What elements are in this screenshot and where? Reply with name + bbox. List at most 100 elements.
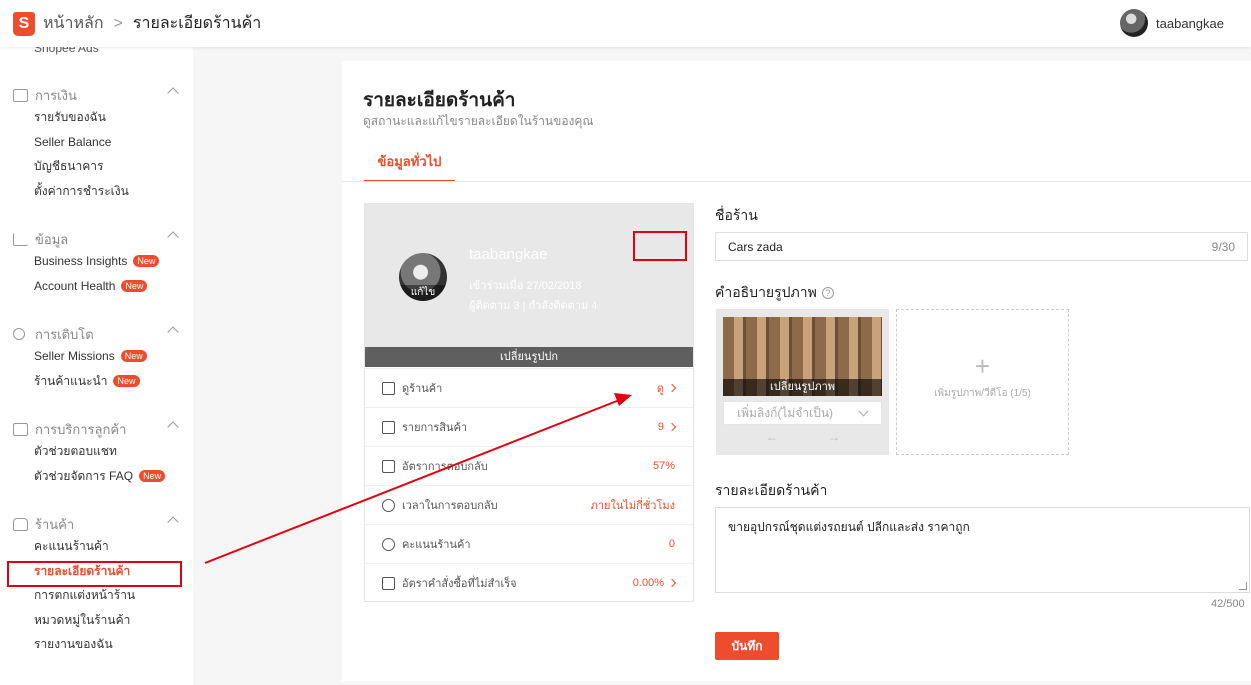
profile-joined-date: เข้าร่วมเมื่อ 27/02/2018	[469, 280, 582, 292]
chevron-up-icon[interactable]	[167, 516, 179, 528]
chevron-up-icon[interactable]	[167, 87, 179, 99]
annotation-highlight-box	[633, 231, 687, 261]
failed-order-rate-link[interactable]: 0.00%	[633, 577, 677, 589]
sidebar-group-title: การบริการลูกค้า	[35, 421, 127, 437]
star-icon	[382, 537, 395, 551]
stat-label: คะแนนร้านค้า	[402, 539, 471, 551]
sidebar-item-business-insights[interactable]: Business Insights New	[0, 249, 193, 274]
main-card: รายละเอียดร้านค้า ดูสถานะและแก้ไขรายละเอ…	[342, 61, 1251, 681]
stat-label: อัตราการตอบกลับ	[402, 461, 488, 473]
avatar[interactable]	[1120, 9, 1149, 37]
sidebar-item-payment-settings[interactable]: ตั้งค่าการชำระเงิน	[0, 179, 193, 204]
sidebar-group-header[interactable]: การเงิน	[0, 85, 193, 105]
stat-value[interactable]: 0.00%	[633, 577, 664, 589]
shop-desc-label: รายละเอียดร้านค้า	[715, 482, 828, 498]
sidebar-group-title: การเงิน	[35, 87, 77, 103]
product-count-link[interactable]: 9	[658, 421, 677, 433]
chevron-right-icon[interactable]	[667, 383, 677, 393]
sidebar-item-label: Seller Balance	[34, 134, 112, 149]
change-image-button[interactable]: เปลี่ยนรูปภาพ	[723, 379, 882, 396]
shop-profile-panel: แก้ไข taabangkae เข้าร่วมเมื่อ 27/02/201…	[364, 203, 694, 602]
chevron-down-icon[interactable]	[858, 406, 869, 417]
top-bar: S หน้าหลัก > รายละเอียดร้านค้า taabangka…	[0, 0, 1251, 47]
sidebar-item-recommended-shop[interactable]: ร้านค้าแนะนำ New	[0, 369, 193, 394]
arrow-right-icon[interactable]: →	[828, 430, 840, 444]
chevron-right-icon[interactable]	[667, 422, 677, 432]
sidebar-item-shop-categories[interactable]: หมวดหมู่ในร้านค้า	[0, 608, 193, 633]
arrow-left-icon[interactable]: ←	[766, 430, 778, 444]
chevron-up-icon[interactable]	[167, 231, 179, 243]
stat-row-product-list: รายการสินค้า 9	[365, 407, 693, 446]
sidebar-group-customer-service: การบริการลูกค้า ตัวช่วยตอบแชท ตัวช่วยจัด…	[0, 419, 193, 488]
image-link-placeholder: เพิ่มลิงก์(ไม่จำเป็น)	[737, 405, 834, 420]
chevron-right-icon[interactable]	[667, 578, 677, 588]
stat-label: ดูร้านค้า	[402, 383, 443, 395]
sidebar-item-label: คะแนนร้านค้า	[34, 539, 109, 553]
sidebar-item-chat-assistant[interactable]: ตัวช่วยตอบแชท	[0, 439, 193, 464]
sidebar-item-account-health[interactable]: Account Health New	[0, 274, 193, 299]
sidebar-item-my-income[interactable]: รายรับของฉัน	[0, 105, 193, 130]
sidebar-item-label: ตัวช่วยจัดการ FAQ	[34, 468, 134, 483]
shop-description-value[interactable]: ขายอุปกรณ์ชุดแต่งรถยนต์ ปลีกและส่ง ราคาถ…	[728, 520, 970, 534]
image-desc-label-text: คำอธิบายรูปภาพ	[715, 284, 817, 300]
stat-row-response-time: เวลาในการตอบกลับ ภายในไม่กี่ชั่วโมง	[365, 485, 693, 524]
sidebar-item-shop-rating[interactable]: คะแนนร้านค้า	[0, 534, 193, 559]
shop-description-textarea[interactable]: ขายอุปกรณ์ชุดแต่งรถยนต์ ปลีกและส่ง ราคาถ…	[715, 507, 1250, 593]
sidebar-item-seller-balance[interactable]: Seller Balance	[0, 130, 193, 155]
shop-photo[interactable]: เปลี่ยนรูปภาพ	[723, 317, 882, 396]
chat-box-icon	[13, 422, 28, 436]
avatar-edit-button[interactable]: แก้ไข	[399, 285, 447, 301]
add-media-button[interactable]: + เพิ่มรูปภาพ/วีดีโอ (1/5)	[896, 309, 1069, 455]
sidebar-item-label: ตัวช่วยตอบแชท	[34, 444, 117, 458]
username[interactable]: taabangkae	[1156, 16, 1224, 31]
chevron-up-icon[interactable]	[167, 421, 179, 433]
stat-row-response-rate: อัตราการตอบกลับ 57%	[365, 446, 693, 485]
chart-line-icon	[13, 232, 28, 246]
sidebar-group-title: ร้านค้า	[35, 516, 75, 532]
chat-icon	[382, 459, 395, 473]
view-shop-link[interactable]: ดู	[657, 379, 677, 397]
image-reorder-controls: ← →	[766, 430, 840, 444]
user-menu[interactable]: taabangkae	[1120, 9, 1224, 37]
sidebar-item-faq-assistant[interactable]: ตัวช่วยจัดการ FAQ New	[0, 464, 193, 489]
new-badge: New	[139, 469, 166, 482]
help-icon[interactable]: ?	[821, 287, 834, 299]
add-media-label: เพิ่มรูปภาพ/วีดีโอ (1/5)	[934, 388, 1031, 399]
stat-value: ภายในไม่กี่ชั่วโมง	[590, 500, 675, 512]
new-badge: New	[133, 255, 160, 268]
sidebar-item-bank-account[interactable]: บัญชีธนาคาร	[0, 154, 193, 179]
sidebar-item-label: Account Health	[34, 278, 116, 293]
stat-value[interactable]: 9	[658, 421, 664, 433]
change-cover-button[interactable]: เปลี่ยนรูปปก	[365, 347, 693, 367]
shop-avatar[interactable]: แก้ไข	[399, 253, 447, 301]
stat-row-failed-orders: อัตราคำสั่งซื้อที่ไม่สำเร็จ 0.00%	[365, 563, 693, 602]
sidebar-item-seller-missions[interactable]: Seller Missions New	[0, 344, 193, 369]
save-button[interactable]: บันทึก	[715, 632, 779, 660]
breadcrumb-home[interactable]: หน้าหลัก	[43, 11, 104, 36]
stat-value[interactable]: ดู	[657, 379, 664, 397]
image-desc-label: คำอธิบายรูปภาพ?	[715, 282, 834, 304]
monitor-icon	[382, 381, 395, 395]
sidebar-group-header[interactable]: ร้านค้า	[0, 514, 193, 534]
annotation-highlight-box	[7, 561, 182, 587]
sidebar-item-shopee-ads[interactable]: Shopee Ads	[34, 47, 99, 55]
resize-handle-icon[interactable]	[1239, 582, 1247, 590]
shop-name-input[interactable]: Cars zada 9/30	[715, 232, 1248, 261]
plus-icon: +	[974, 351, 991, 381]
cover-image: แก้ไข taabangkae เข้าร่วมเมื่อ 27/02/201…	[365, 204, 693, 347]
sidebar-group-header[interactable]: การบริการลูกค้า	[0, 419, 193, 439]
clock-icon	[382, 498, 395, 512]
shopee-logo-icon[interactable]: S	[13, 11, 35, 36]
sidebar-group-header[interactable]: การเติบโต	[0, 324, 193, 344]
sidebar-group-header[interactable]: ข้อมูล	[0, 229, 193, 249]
sidebar-item-my-reports[interactable]: รายงานของฉัน	[0, 632, 193, 657]
profile-follow-stats: ผู้ติดตาม 3 | กำลังติดตาม 4	[469, 300, 598, 312]
chevron-up-icon[interactable]	[167, 326, 179, 338]
tab-general-info[interactable]: ข้อมูลทั่วไป	[364, 149, 455, 182]
image-link-select[interactable]: เพิ่มลิงก์(ไม่จำเป็น)	[723, 401, 882, 425]
sidebar-item-label: รายงานของฉัน	[34, 637, 113, 651]
breadcrumb-separator-icon: >	[113, 14, 123, 32]
sidebar-group-growth: การเติบโต Seller Missions New ร้านค้าแนะน…	[0, 324, 193, 393]
shop-name-value[interactable]: Cars zada	[728, 240, 1212, 254]
stat-label: เวลาในการตอบกลับ	[402, 500, 498, 512]
